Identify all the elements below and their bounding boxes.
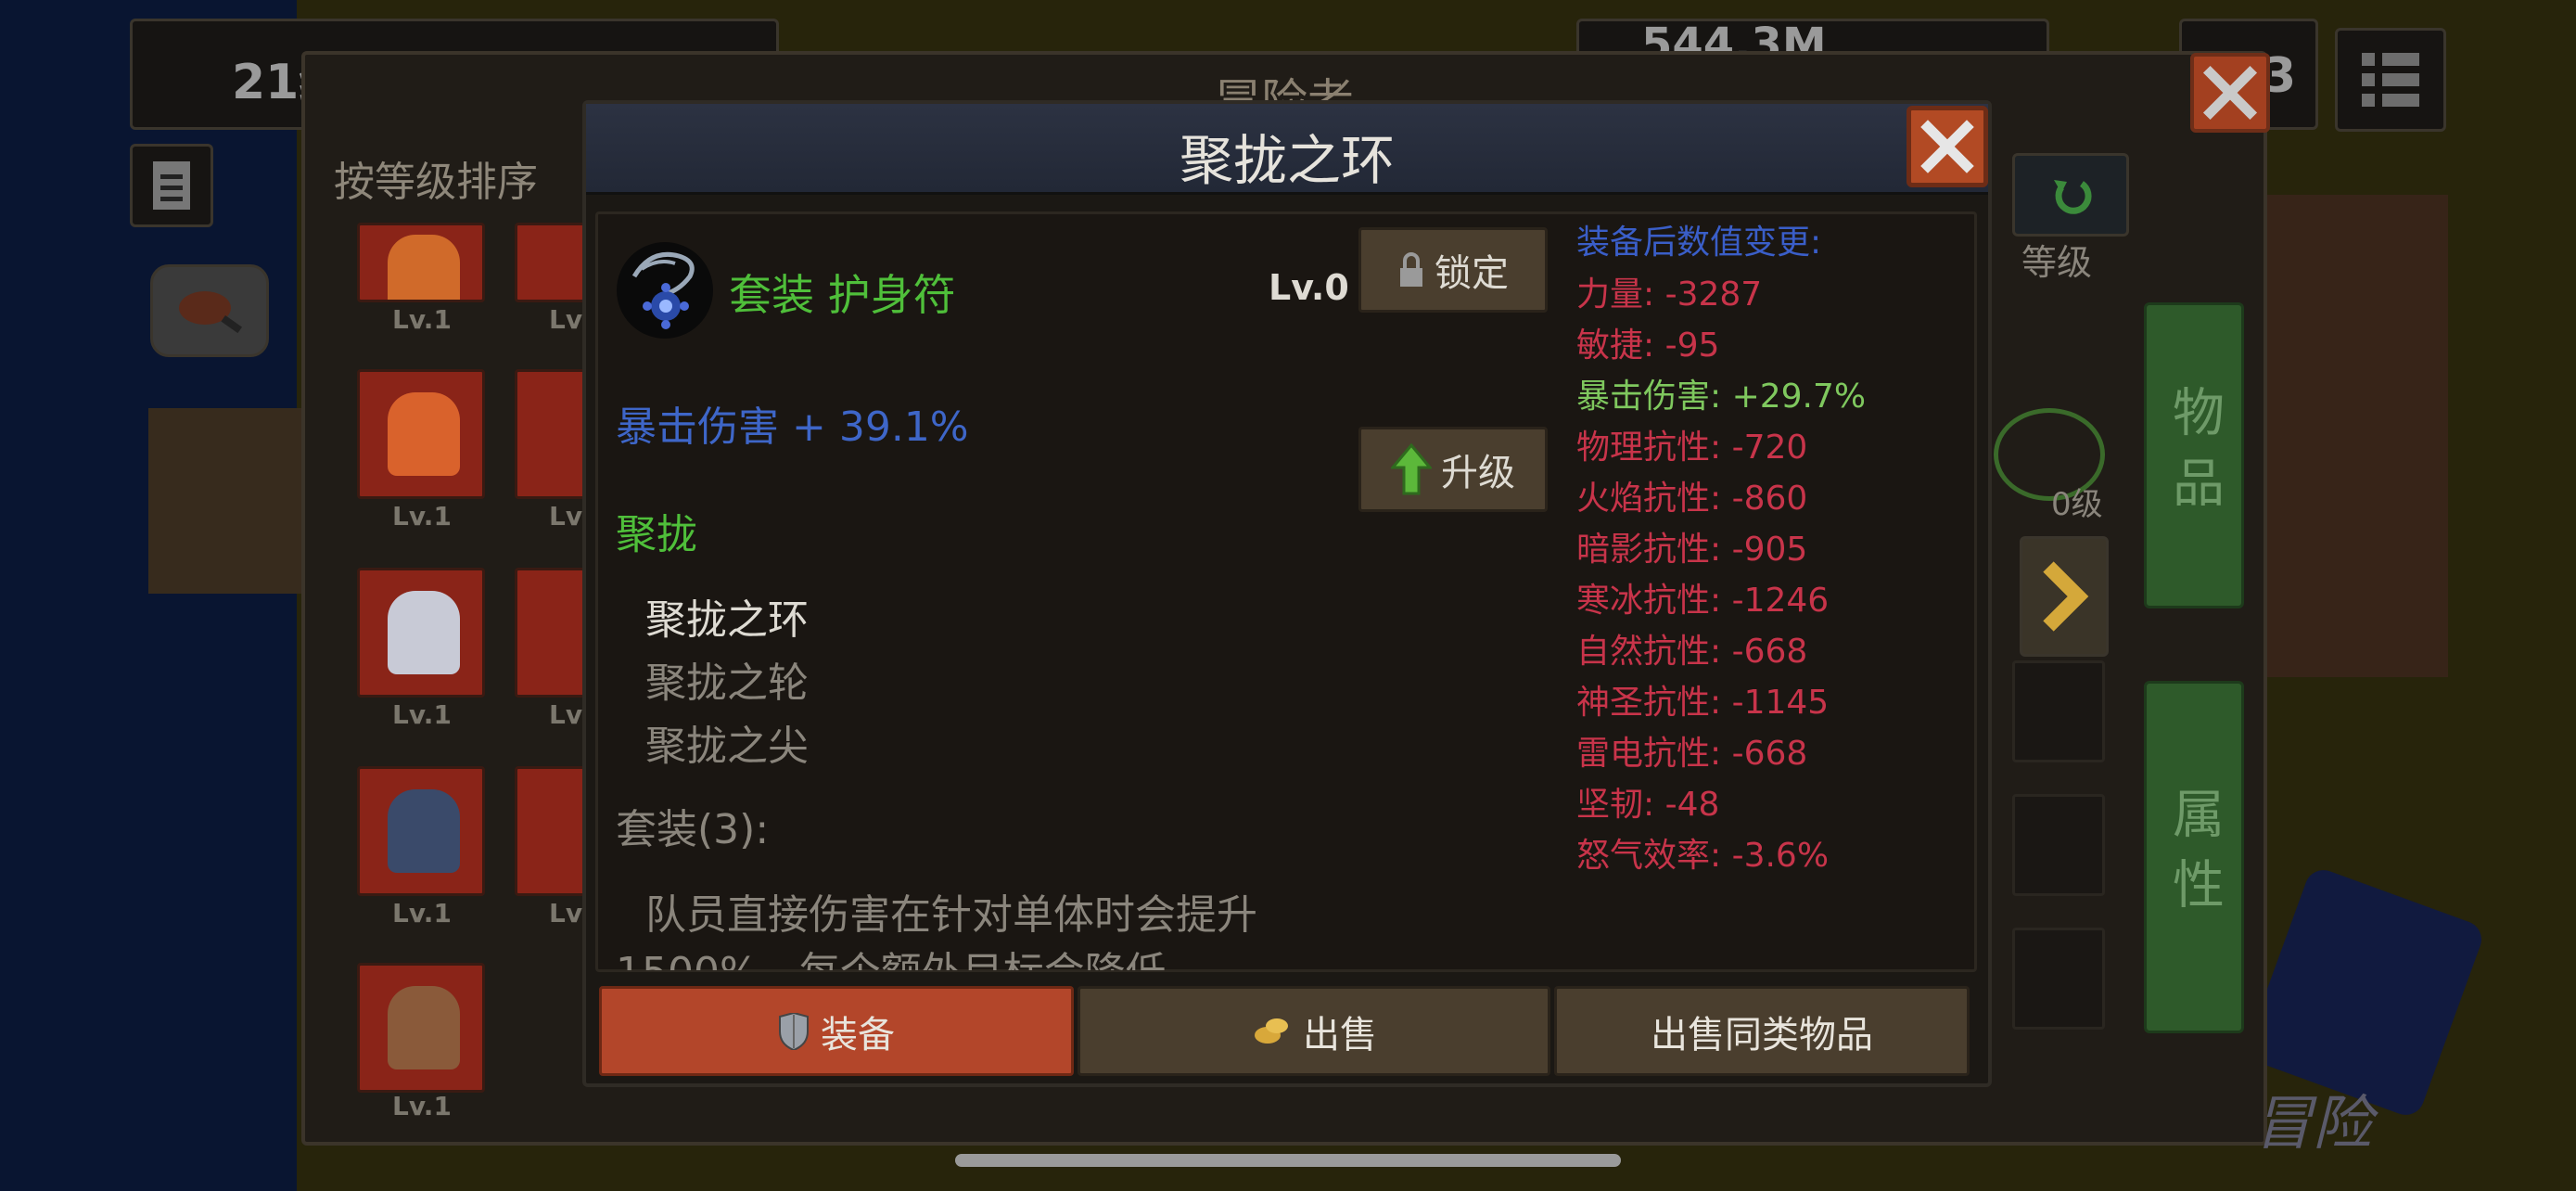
hero-level: Lv bbox=[549, 304, 583, 335]
home-indicator[interactable] bbox=[955, 1154, 1621, 1167]
upgrade-button[interactable]: 升级 bbox=[1358, 427, 1548, 512]
search-bubble-button[interactable] bbox=[150, 264, 269, 357]
hero-card[interactable] bbox=[357, 963, 485, 1093]
item-level-tag: 0级 bbox=[2051, 486, 2103, 523]
sell-similar-button[interactable]: 出售同类物品 bbox=[1554, 986, 1970, 1076]
dialog-header: 聚拢之环 bbox=[586, 104, 1988, 195]
hero-level: Lv.1 bbox=[392, 898, 452, 928]
upgrade-label: 升级 bbox=[1441, 452, 1515, 494]
dialog-close-button[interactable] bbox=[1906, 106, 1988, 187]
sell-button[interactable]: 出售 bbox=[1078, 986, 1550, 1076]
magnifier-icon bbox=[179, 291, 243, 334]
main-stat: 暴击伤害 + 39.1% bbox=[616, 403, 969, 451]
next-page-button[interactable] bbox=[2020, 536, 2109, 657]
set-bonus-overflow-clip: 1500%，每个额外目标会降低 bbox=[612, 937, 1447, 970]
hero-level: Lv.1 bbox=[392, 304, 452, 335]
quest-log-button[interactable] bbox=[130, 144, 213, 227]
hero-card[interactable] bbox=[515, 369, 589, 499]
upgrade-arrow-icon bbox=[1391, 443, 1432, 495]
item-type: 套装 护身符 bbox=[729, 270, 956, 320]
equipment-slot[interactable] bbox=[2012, 660, 2105, 762]
hero-card[interactable] bbox=[515, 766, 589, 896]
hero-portrait bbox=[388, 235, 460, 300]
sort-by-level-button[interactable]: 按等级排序 bbox=[334, 148, 538, 208]
hero-card[interactable] bbox=[515, 568, 589, 698]
adventure-watermark: 冒险 bbox=[2253, 1090, 2372, 1159]
hero-card[interactable] bbox=[357, 369, 485, 499]
stat-change-item: 怒气效率: -3.6% bbox=[1576, 837, 1830, 875]
set-bonus-description-cont: 1500%，每个额外目标会降低 bbox=[616, 939, 1167, 970]
main-menu-button[interactable] bbox=[2335, 28, 2446, 132]
refresh-icon bbox=[2054, 180, 2092, 214]
stat-change-item: 坚韧: -48 bbox=[1576, 786, 1720, 824]
hero-level: Lv bbox=[549, 501, 583, 531]
lock-button[interactable]: 锁定 bbox=[1358, 227, 1548, 313]
item-title: 聚拢之环 bbox=[1179, 129, 1395, 192]
coins-icon bbox=[1255, 1018, 1288, 1044]
stat-change-item: 力量: -3287 bbox=[1576, 275, 1763, 314]
tab-attributes[interactable]: 属性 bbox=[2144, 681, 2244, 1033]
equipment-slot[interactable] bbox=[2012, 928, 2105, 1030]
hero-card[interactable] bbox=[357, 568, 485, 698]
hero-card[interactable] bbox=[515, 223, 589, 302]
equip-button[interactable]: 装备 bbox=[599, 986, 1074, 1076]
stat-change-item: 物理抗性: -720 bbox=[1576, 429, 1808, 467]
level-tag: 等级 bbox=[2021, 242, 2093, 283]
hero-portrait bbox=[388, 392, 460, 476]
lock-icon bbox=[1400, 252, 1422, 287]
set-bonus-description: 队员直接伤害在针对单体时会提升 bbox=[645, 891, 1257, 939]
equipment-slot[interactable] bbox=[2012, 794, 2105, 896]
sell-label: 出售 bbox=[1303, 1013, 1377, 1057]
stat-change-item: 神圣抗性: -1145 bbox=[1576, 684, 1830, 722]
equip-label: 装备 bbox=[821, 1013, 895, 1057]
shield-icon bbox=[779, 1012, 809, 1050]
hero-level: Lv bbox=[549, 699, 583, 730]
hero-portrait bbox=[388, 986, 460, 1069]
stat-change-item: 暗影抗性: -905 bbox=[1576, 531, 1808, 569]
chevron-right-icon bbox=[2043, 561, 2089, 632]
hero-level: Lv.1 bbox=[392, 501, 452, 531]
set-item-owned: 聚拢之环 bbox=[645, 596, 809, 644]
stat-change-item: 敏捷: -95 bbox=[1576, 327, 1720, 365]
hero-level: Lv.1 bbox=[392, 1091, 452, 1121]
tab-items[interactable]: 物品 bbox=[2144, 302, 2244, 608]
set-item: 聚拢之轮 bbox=[645, 660, 809, 707]
hero-card[interactable] bbox=[357, 223, 485, 302]
adventurer-close-button[interactable] bbox=[2190, 53, 2270, 133]
menu-icon bbox=[2362, 53, 2419, 107]
amulet-icon bbox=[614, 239, 716, 341]
close-icon bbox=[1920, 120, 1974, 173]
clipboard-icon bbox=[153, 161, 190, 210]
lock-label: 锁定 bbox=[1435, 252, 1509, 295]
stat-change-item: 寒冰抗性: -1246 bbox=[1576, 582, 1830, 620]
hero-portrait bbox=[388, 789, 460, 873]
close-icon bbox=[2202, 65, 2258, 121]
set-item: 聚拢之尖 bbox=[645, 723, 809, 770]
hero-level: Lv.1 bbox=[392, 699, 452, 730]
set-name: 聚拢 bbox=[616, 511, 697, 558]
item-level: Lv.0 bbox=[1269, 267, 1349, 308]
sell-similar-label: 出售同类物品 bbox=[1651, 1013, 1873, 1057]
hero-level: Lv bbox=[549, 898, 583, 928]
stat-change-item: 暴击伤害: +29.7% bbox=[1576, 378, 1867, 416]
hero-card[interactable] bbox=[357, 766, 485, 896]
stat-change-item: 雷电抗性: -668 bbox=[1576, 735, 1808, 773]
stat-change-item: 火焰抗性: -860 bbox=[1576, 480, 1808, 518]
refresh-button[interactable] bbox=[2012, 153, 2129, 237]
hero-portrait bbox=[388, 591, 460, 674]
stat-changes-header: 装备后数值变更: bbox=[1576, 224, 1822, 262]
stat-change-item: 自然抗性: -668 bbox=[1576, 633, 1808, 671]
set-bonus-header: 套装(3): bbox=[616, 806, 770, 853]
